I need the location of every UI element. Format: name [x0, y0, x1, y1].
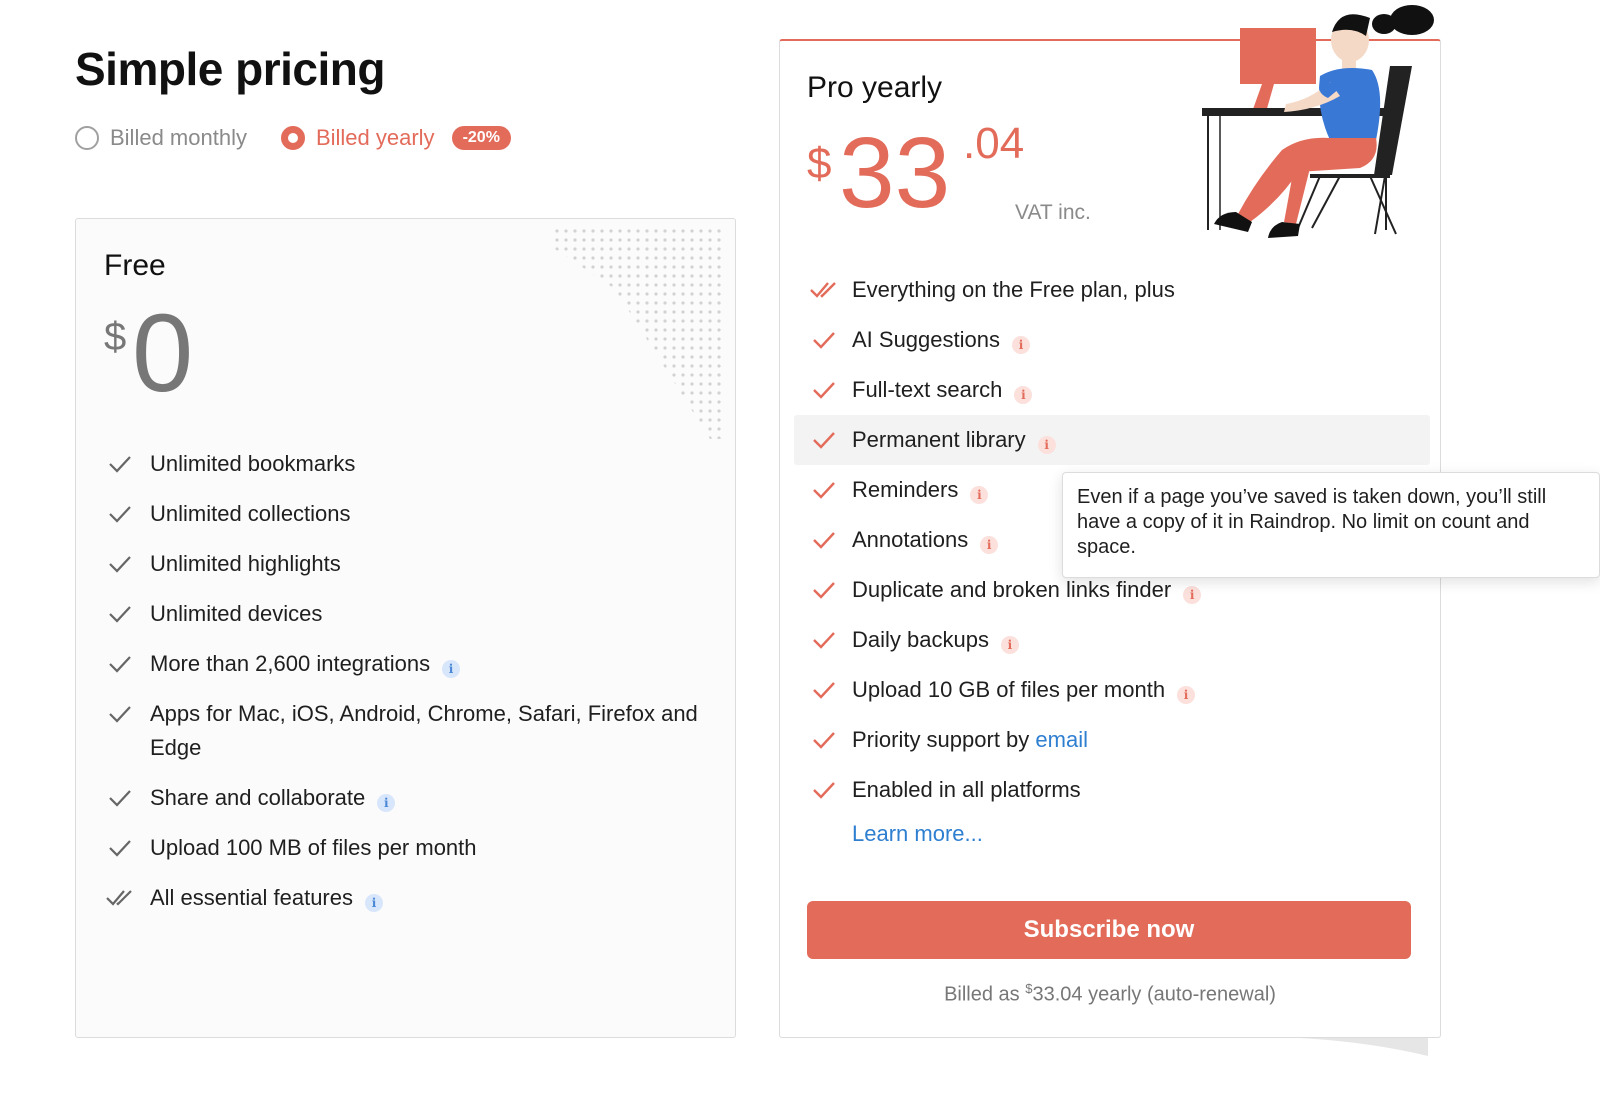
feature-text: More than 2,600 integrations — [150, 651, 431, 676]
billed-amount: 33.04 yearly (auto-renewal) — [1032, 983, 1276, 1006]
info-icon[interactable]: i — [377, 794, 396, 812]
list-item: Upload 10 GB of files per month i — [794, 665, 1430, 715]
free-feature-list: Unlimited bookmarks Unlimited collection… — [106, 447, 706, 931]
feature-text: Daily backups — [852, 627, 989, 652]
pro-plan-title: Pro yearly — [807, 71, 943, 104]
feature-text: Reminders — [852, 477, 959, 502]
double-check-icon — [810, 282, 836, 298]
email-link[interactable]: email — [1035, 727, 1088, 752]
vat-note: VAT inc. — [1015, 201, 1091, 224]
billed-prefix: Billed as — [944, 983, 1020, 1006]
price-cents: .04 — [963, 119, 1025, 168]
feature-text: AI Suggestions — [852, 327, 1000, 352]
check-icon — [813, 432, 835, 449]
feature-text: Unlimited bookmarks — [150, 451, 356, 476]
free-plan-title: Free — [104, 249, 166, 282]
check-icon — [813, 732, 835, 749]
list-item: All essential features i — [106, 881, 706, 915]
feature-text: Duplicate and broken links finder — [852, 577, 1172, 602]
list-item: Upload 100 MB of files per month — [106, 831, 706, 865]
list-item: More than 2,600 integrations i — [106, 647, 706, 681]
list-item: Unlimited bookmarks — [106, 447, 706, 481]
check-icon — [109, 506, 131, 523]
billed-yearly-label: Billed yearly — [315, 125, 435, 150]
check-icon — [109, 606, 131, 623]
list-item: Share and collaborate i — [106, 781, 706, 815]
list-item: Unlimited devices — [106, 597, 706, 631]
feature-text: Share and collaborate — [150, 785, 366, 810]
list-item: Enabled in all platforms — [794, 765, 1430, 815]
radio-selected-icon[interactable] — [280, 126, 305, 150]
list-item: Everything on the Free plan, plus — [794, 265, 1430, 315]
list-item: Unlimited highlights — [106, 547, 706, 581]
feature-text: Enabled in all platforms — [852, 777, 1081, 802]
billed-yearly-option[interactable]: Billed yearly — [280, 125, 435, 151]
billed-monthly-option[interactable]: Billed monthly — [75, 125, 247, 151]
billing-toggle: Billed monthly Billed yearly -20% — [75, 122, 511, 154]
feature-text: All essential features — [150, 885, 353, 910]
currency-symbol: $ — [807, 139, 832, 188]
info-icon[interactable]: i — [1011, 336, 1030, 354]
feature-tooltip: Even if a page you’ve saved is taken dow… — [1062, 472, 1600, 578]
check-icon — [813, 582, 835, 599]
dot-pattern-decoration — [555, 229, 725, 439]
price-amount: 33 — [839, 117, 951, 229]
feature-text: Annotations — [852, 527, 969, 552]
check-icon — [109, 456, 131, 473]
discount-badge: -20% — [451, 126, 511, 150]
feature-text: Upload 100 MB of files per month — [150, 835, 477, 860]
feature-text: Priority support by — [852, 727, 1030, 752]
check-icon — [109, 706, 131, 723]
check-icon — [813, 532, 835, 549]
person-at-desk-illustration — [1202, 5, 1434, 238]
check-icon — [813, 682, 835, 699]
info-icon[interactable]: i — [1014, 386, 1033, 404]
check-icon — [813, 782, 835, 799]
list-item: Full-text search i — [794, 365, 1430, 415]
subscribe-now-button[interactable]: Subscribe now — [807, 901, 1411, 959]
check-icon — [109, 556, 131, 573]
check-icon — [813, 332, 835, 349]
price-amount: 0 — [132, 292, 194, 415]
page-title: Simple pricing — [75, 43, 385, 95]
info-icon[interactable]: i — [1177, 686, 1196, 704]
list-item: Apps for Mac, iOS, Android, Chrome, Safa… — [106, 697, 706, 765]
double-check-icon — [106, 890, 132, 906]
page-curl-decoration — [1300, 1038, 1428, 1056]
learn-more-link[interactable]: Learn more... — [852, 821, 983, 847]
feature-text: Unlimited devices — [150, 601, 323, 626]
check-icon — [109, 790, 131, 807]
feature-text: Permanent library — [852, 427, 1026, 452]
feature-text: Upload 10 GB of files per month — [852, 677, 1166, 702]
check-icon — [813, 632, 835, 649]
info-icon[interactable]: i — [1183, 586, 1202, 604]
info-icon[interactable]: i — [970, 486, 989, 504]
feature-text: Unlimited collections — [150, 501, 351, 526]
radio-unselected-icon[interactable] — [75, 126, 99, 150]
list-item: Daily backups i — [794, 615, 1430, 665]
info-icon[interactable]: i — [365, 894, 383, 912]
info-icon[interactable]: i — [1037, 436, 1056, 454]
check-icon — [109, 840, 131, 857]
feature-text: Unlimited highlights — [150, 551, 341, 576]
billing-note: Billed as $33.04 yearly (auto-renewal) — [780, 981, 1440, 1007]
list-item: Priority support by email — [794, 715, 1430, 765]
list-item: AI Suggestions i — [794, 315, 1430, 365]
check-icon — [109, 656, 131, 673]
free-plan-card: Free $ 0 Unlimited bookmarks Unlimited c… — [75, 218, 736, 1038]
info-icon[interactable]: i — [442, 660, 461, 678]
check-icon — [813, 482, 835, 499]
currency-symbol: $ — [104, 315, 127, 359]
feature-text: Everything on the Free plan, plus — [852, 277, 1175, 302]
list-item-hovered: Permanent library i — [794, 415, 1430, 465]
billed-monthly-label: Billed monthly — [110, 125, 247, 150]
feature-text: Apps for Mac, iOS, Android, Chrome, Safa… — [150, 701, 698, 760]
feature-text: Full-text search — [852, 377, 1003, 402]
check-icon — [813, 382, 835, 399]
info-icon[interactable]: i — [1000, 636, 1019, 654]
list-item: Unlimited collections — [106, 497, 706, 531]
info-icon[interactable]: i — [980, 536, 999, 554]
